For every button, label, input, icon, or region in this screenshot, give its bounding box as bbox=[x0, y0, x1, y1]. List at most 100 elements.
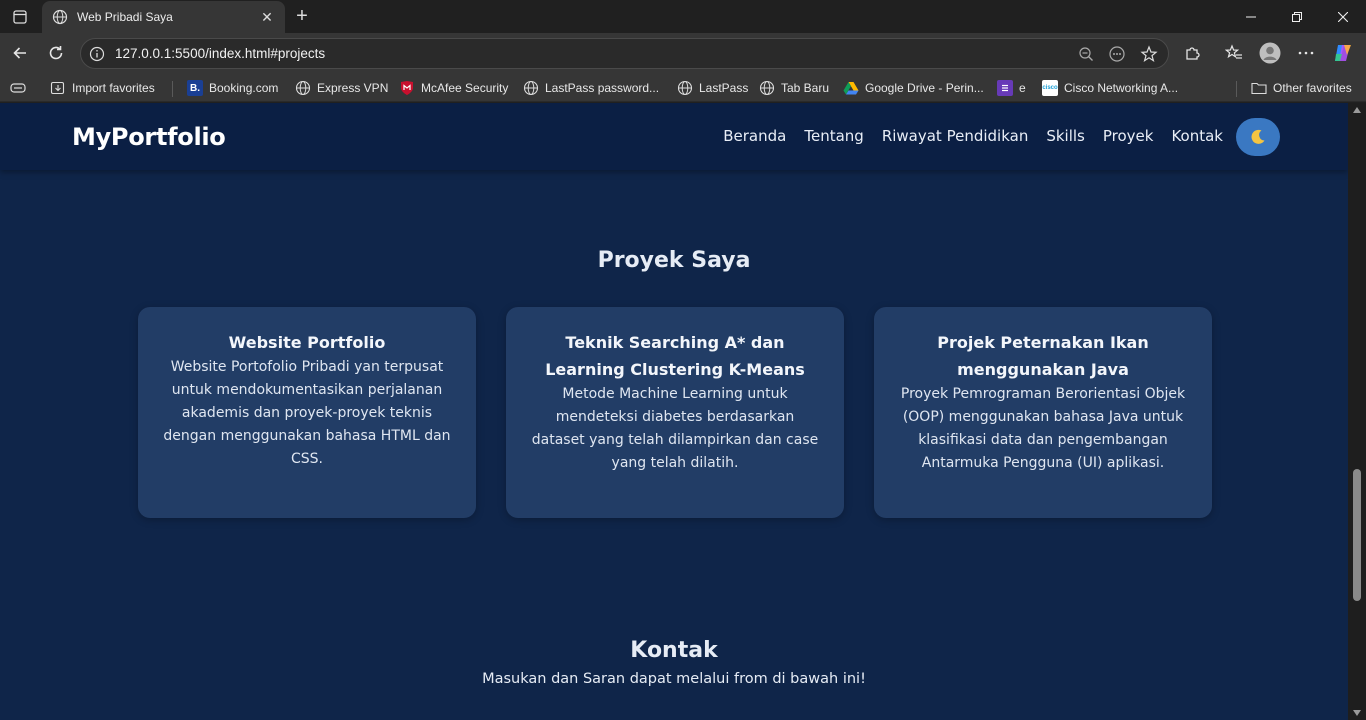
project-card: Teknik Searching A* dan Learning Cluster… bbox=[506, 307, 844, 518]
bookmarks-bar: Import favorites B. Booking.com Express … bbox=[0, 74, 1366, 102]
browser-window: Web Pribadi Saya ✕ + 127.0.0.1:5500/inde… bbox=[0, 0, 1366, 720]
nav-proyek[interactable]: Proyek bbox=[1103, 127, 1154, 145]
favorite-star-icon[interactable] bbox=[1140, 44, 1158, 63]
address-bar[interactable]: 127.0.0.1:5500/index.html#projects bbox=[80, 38, 1169, 69]
nav-links: Beranda Tentang Riwayat Pendidikan Skill… bbox=[723, 127, 1223, 145]
project-card-desc: Proyek Pemrograman Berorientasi Objek (O… bbox=[900, 386, 1186, 471]
tab-title: Web Pribadi Saya bbox=[77, 10, 173, 24]
reading-mode-icon[interactable] bbox=[1108, 45, 1126, 63]
bookmark-label: Booking.com bbox=[209, 81, 279, 95]
page-scrollbar[interactable] bbox=[1348, 103, 1366, 720]
bookmark-label: e bbox=[1019, 81, 1026, 95]
forms-icon bbox=[997, 80, 1013, 96]
close-window-button[interactable] bbox=[1320, 0, 1366, 33]
puzzle-icon bbox=[1186, 47, 1200, 60]
globe-icon bbox=[759, 80, 775, 96]
bookmark-forms[interactable]: e bbox=[997, 80, 1026, 96]
scroll-up-arrow-icon[interactable] bbox=[1353, 107, 1361, 113]
bookmark-divider bbox=[1236, 81, 1237, 97]
browser-toolbar: 127.0.0.1:5500/index.html#projects bbox=[0, 33, 1366, 74]
bookmark-label: Cisco Networking A... bbox=[1064, 81, 1179, 95]
bookmark-label: Express VPN bbox=[317, 81, 389, 95]
bookmark-express-vpn[interactable]: Express VPN bbox=[295, 80, 388, 96]
project-card-desc: Website Portofolio Pribadi yan terpusat … bbox=[163, 359, 451, 467]
tab-strip: Web Pribadi Saya ✕ + bbox=[0, 0, 1366, 33]
google-drive-icon bbox=[843, 80, 859, 96]
new-tab-button[interactable]: + bbox=[290, 4, 314, 28]
import-icon bbox=[50, 80, 66, 96]
globe-icon bbox=[295, 80, 311, 96]
scroll-down-arrow-icon[interactable] bbox=[1353, 710, 1361, 716]
tab-active[interactable]: Web Pribadi Saya ✕ bbox=[42, 1, 285, 33]
project-cards: Website Portfolio Website Portofolio Pri… bbox=[138, 307, 1212, 518]
other-favorites[interactable]: Other favorites bbox=[1251, 80, 1352, 96]
bookmark-tab-baru[interactable]: Tab Baru bbox=[759, 80, 829, 96]
bookmark-import-favorites[interactable]: Import favorites bbox=[50, 80, 155, 96]
restore-button[interactable] bbox=[1274, 0, 1320, 33]
bookmark-booking[interactable]: B. Booking.com bbox=[187, 80, 278, 96]
contact-subtitle: Masukan dan Saran dapat melalui from di … bbox=[482, 671, 866, 687]
favorites-list-icon bbox=[1225, 44, 1242, 59]
mcafee-icon bbox=[399, 80, 415, 96]
bookmark-google-drive[interactable]: Google Drive - Perin... bbox=[843, 80, 984, 96]
project-card: Website Portfolio Website Portofolio Pri… bbox=[138, 307, 476, 518]
project-card-title: Projek Peternakan Ikan menggunakan Java bbox=[937, 333, 1149, 379]
close-icon bbox=[1338, 11, 1348, 22]
tab-actions-button[interactable] bbox=[6, 4, 34, 30]
globe-icon bbox=[677, 80, 693, 96]
globe-icon bbox=[523, 80, 539, 96]
bookmark-label: LastPass password... bbox=[545, 81, 660, 95]
nav-riwayat-pendidikan[interactable]: Riwayat Pendidikan bbox=[882, 127, 1029, 145]
favorites-button[interactable] bbox=[1220, 39, 1248, 67]
site-navbar: MyPortfolio Beranda Tentang Riwayat Pend… bbox=[0, 103, 1348, 170]
booking-icon: B. bbox=[187, 80, 203, 96]
other-favorites-label: Other favorites bbox=[1273, 81, 1352, 95]
sidebar-toggle-icon[interactable] bbox=[10, 81, 26, 95]
bookmark-divider bbox=[172, 81, 173, 97]
folder-icon bbox=[1251, 80, 1267, 96]
moon-icon bbox=[1251, 129, 1265, 144]
bookmark-lastpass-password[interactable]: LastPass password... bbox=[523, 80, 659, 96]
restore-icon bbox=[1292, 11, 1302, 22]
profile-button[interactable] bbox=[1256, 39, 1284, 67]
site-info-icon[interactable] bbox=[89, 46, 105, 62]
bookmark-label: Import favorites bbox=[72, 81, 155, 95]
bookmark-mcafee[interactable]: McAfee Security bbox=[399, 80, 508, 96]
more-icon bbox=[1298, 51, 1314, 55]
bookmark-cisco[interactable]: cisco Cisco Networking A... bbox=[1042, 80, 1178, 96]
tab-close-icon[interactable]: ✕ bbox=[259, 9, 275, 25]
bookmark-label: McAfee Security bbox=[421, 81, 509, 95]
refresh-icon bbox=[49, 46, 63, 60]
scrollbar-thumb[interactable] bbox=[1353, 469, 1361, 601]
extensions-button[interactable] bbox=[1179, 39, 1207, 67]
zoom-icon[interactable] bbox=[1078, 46, 1094, 62]
cisco-icon: cisco bbox=[1042, 80, 1058, 96]
bookmark-label: LastPass bbox=[699, 81, 749, 95]
nav-skills[interactable]: Skills bbox=[1046, 127, 1085, 145]
project-card-title: Website Portfolio bbox=[228, 333, 386, 352]
bookmark-lastpass[interactable]: LastPass bbox=[677, 80, 748, 96]
back-button[interactable] bbox=[6, 39, 34, 67]
refresh-button[interactable] bbox=[42, 39, 70, 67]
url-text[interactable]: 127.0.0.1:5500/index.html#projects bbox=[115, 46, 1078, 61]
site-logo[interactable]: MyPortfolio bbox=[72, 123, 226, 151]
contact-title: Kontak bbox=[630, 638, 718, 663]
bookmark-label: Google Drive - Perin... bbox=[865, 81, 984, 95]
tab-actions-icon bbox=[13, 10, 27, 24]
globe-icon bbox=[52, 9, 68, 25]
nav-kontak[interactable]: Kontak bbox=[1171, 127, 1223, 145]
page-viewport: MyPortfolio Beranda Tentang Riwayat Pend… bbox=[0, 103, 1348, 720]
minimize-button[interactable] bbox=[1228, 0, 1274, 33]
avatar-icon bbox=[1259, 42, 1281, 64]
back-arrow-icon bbox=[13, 47, 26, 59]
theme-toggle-button[interactable] bbox=[1236, 118, 1280, 156]
nav-beranda[interactable]: Beranda bbox=[723, 127, 786, 145]
nav-tentang[interactable]: Tentang bbox=[804, 127, 863, 145]
copilot-icon bbox=[1335, 45, 1351, 61]
minimize-icon bbox=[1246, 16, 1256, 17]
project-card-desc: Metode Machine Learning untuk mendeteksi… bbox=[531, 386, 819, 471]
copilot-button[interactable] bbox=[1329, 39, 1357, 67]
project-card-title: Teknik Searching A* dan Learning Cluster… bbox=[545, 333, 805, 379]
bookmark-label: Tab Baru bbox=[781, 81, 830, 95]
settings-menu-button[interactable] bbox=[1292, 39, 1320, 67]
